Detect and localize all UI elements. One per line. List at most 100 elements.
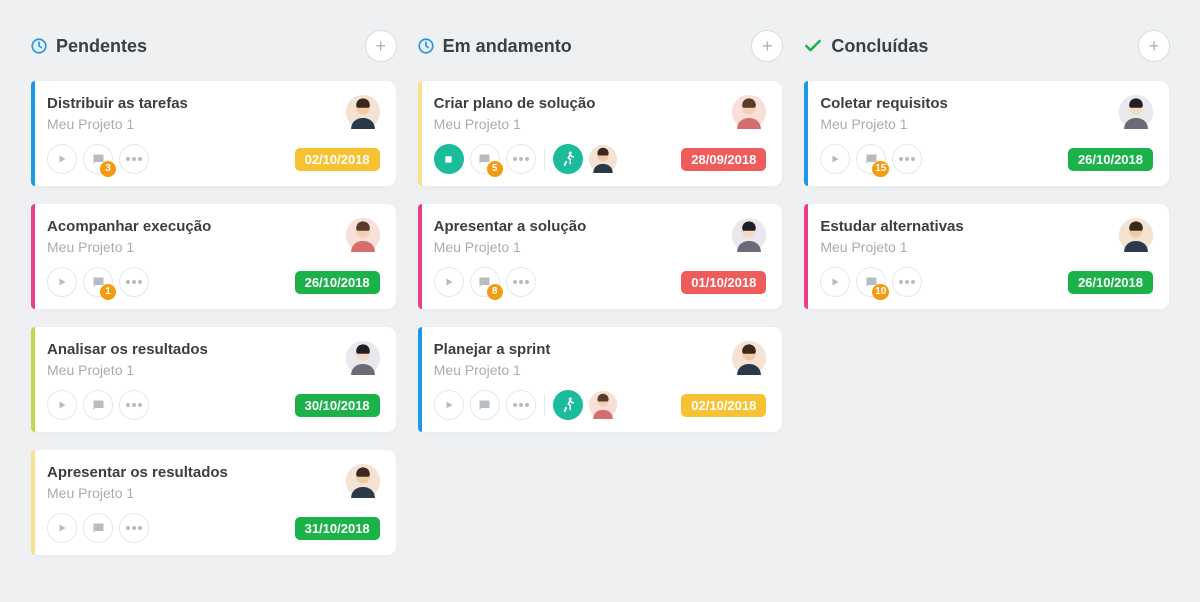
due-date: 30/10/2018 bbox=[295, 394, 380, 417]
card-footer: 31/10/2018 bbox=[47, 513, 380, 543]
card-text: Analisar os resultados Meu Projeto 1 bbox=[47, 341, 208, 378]
play-button[interactable] bbox=[47, 513, 77, 543]
card-project: Meu Projeto 1 bbox=[47, 239, 211, 255]
card-footer: 1 26/10/2018 bbox=[47, 267, 380, 297]
task-card[interactable]: Apresentar os resultados Meu Projeto 1 3… bbox=[30, 449, 397, 556]
task-card[interactable]: Coletar requisitos Meu Projeto 1 15 26/1… bbox=[803, 80, 1170, 187]
comments-button[interactable]: 3 bbox=[83, 144, 113, 174]
comments-button[interactable] bbox=[470, 390, 500, 420]
play-button[interactable] bbox=[434, 267, 464, 297]
task-card[interactable]: Apresentar a solução Meu Projeto 1 8 01/… bbox=[417, 203, 784, 310]
assignee-list bbox=[589, 391, 617, 419]
comments-button[interactable]: 1 bbox=[83, 267, 113, 297]
column-title: Concluídas bbox=[831, 36, 928, 57]
card-header: Distribuir as tarefas Meu Projeto 1 bbox=[47, 95, 380, 132]
comments-button[interactable]: 10 bbox=[856, 267, 886, 297]
due-date: 26/10/2018 bbox=[1068, 148, 1153, 171]
task-card[interactable]: Distribuir as tarefas Meu Projeto 1 3 02… bbox=[30, 80, 397, 187]
play-button[interactable] bbox=[820, 144, 850, 174]
comments-button[interactable] bbox=[83, 390, 113, 420]
card-footer: 5 28/09/2018 bbox=[434, 144, 767, 174]
card-actions bbox=[47, 390, 149, 420]
add-card-button[interactable]: + bbox=[365, 30, 397, 62]
column-title-wrap: Pendentes bbox=[30, 36, 147, 57]
more-button[interactable] bbox=[119, 513, 149, 543]
comment-count-badge: 8 bbox=[487, 284, 503, 300]
play-button[interactable] bbox=[434, 390, 464, 420]
divider bbox=[544, 148, 545, 170]
comment-count-badge: 1 bbox=[100, 284, 116, 300]
comments-button[interactable]: 5 bbox=[470, 144, 500, 174]
more-button[interactable] bbox=[506, 267, 536, 297]
comments-button[interactable]: 8 bbox=[470, 267, 500, 297]
play-button[interactable] bbox=[47, 390, 77, 420]
task-card[interactable]: Analisar os resultados Meu Projeto 1 30/… bbox=[30, 326, 397, 433]
more-button[interactable] bbox=[506, 390, 536, 420]
add-card-button[interactable]: + bbox=[1138, 30, 1170, 62]
comments-button[interactable]: 15 bbox=[856, 144, 886, 174]
task-card[interactable]: Planejar a sprint Meu Projeto 1 02/10/20… bbox=[417, 326, 784, 433]
card-footer: 02/10/2018 bbox=[434, 390, 767, 420]
play-button[interactable] bbox=[47, 267, 77, 297]
comment-count-badge: 3 bbox=[100, 161, 116, 177]
play-button[interactable] bbox=[47, 144, 77, 174]
comments-button[interactable] bbox=[83, 513, 113, 543]
card-title: Distribuir as tarefas bbox=[47, 95, 188, 112]
comment-count-badge: 15 bbox=[872, 161, 889, 177]
more-button[interactable] bbox=[119, 267, 149, 297]
card-header: Planejar a sprint Meu Projeto 1 bbox=[434, 341, 767, 378]
more-button[interactable] bbox=[119, 390, 149, 420]
card-footer: 10 26/10/2018 bbox=[820, 267, 1153, 297]
owner-avatar bbox=[346, 341, 380, 375]
card-actions: 10 bbox=[820, 267, 922, 297]
card-project: Meu Projeto 1 bbox=[820, 239, 963, 255]
more-button[interactable] bbox=[892, 267, 922, 297]
card-title: Estudar alternativas bbox=[820, 218, 963, 235]
due-date: 02/10/2018 bbox=[681, 394, 766, 417]
column-title-wrap: Em andamento bbox=[417, 36, 572, 57]
owner-avatar bbox=[1119, 95, 1153, 129]
owner-avatar bbox=[732, 341, 766, 375]
kanban-board: Pendentes + Distribuir as tarefas Meu Pr… bbox=[30, 30, 1170, 572]
due-date: 28/09/2018 bbox=[681, 148, 766, 171]
card-title: Acompanhar execução bbox=[47, 218, 211, 235]
owner-avatar bbox=[346, 218, 380, 252]
due-date: 01/10/2018 bbox=[681, 271, 766, 294]
clock-icon bbox=[417, 37, 435, 55]
card-header: Apresentar a solução Meu Projeto 1 bbox=[434, 218, 767, 255]
column-header: Em andamento + bbox=[417, 30, 784, 62]
check-icon bbox=[803, 36, 823, 56]
card-footer: 30/10/2018 bbox=[47, 390, 380, 420]
card-list: Coletar requisitos Meu Projeto 1 15 26/1… bbox=[803, 80, 1170, 310]
card-list: Distribuir as tarefas Meu Projeto 1 3 02… bbox=[30, 80, 397, 556]
card-title: Analisar os resultados bbox=[47, 341, 208, 358]
card-project: Meu Projeto 1 bbox=[47, 485, 228, 501]
card-stripe bbox=[418, 81, 422, 186]
more-button[interactable] bbox=[119, 144, 149, 174]
column-title: Pendentes bbox=[56, 36, 147, 57]
card-title: Apresentar a solução bbox=[434, 218, 587, 235]
add-card-button[interactable]: + bbox=[751, 30, 783, 62]
task-card[interactable]: Criar plano de solução Meu Projeto 1 5 2… bbox=[417, 80, 784, 187]
comment-count-badge: 5 bbox=[487, 161, 503, 177]
card-list: Criar plano de solução Meu Projeto 1 5 2… bbox=[417, 80, 784, 433]
task-card[interactable]: Acompanhar execução Meu Projeto 1 1 26/1… bbox=[30, 203, 397, 310]
due-date: 26/10/2018 bbox=[1068, 271, 1153, 294]
more-button[interactable] bbox=[892, 144, 922, 174]
due-date: 26/10/2018 bbox=[295, 271, 380, 294]
card-stripe bbox=[31, 450, 35, 555]
card-text: Coletar requisitos Meu Projeto 1 bbox=[820, 95, 948, 132]
card-actions: 5 bbox=[434, 144, 617, 174]
more-button[interactable] bbox=[506, 144, 536, 174]
card-header: Criar plano de solução Meu Projeto 1 bbox=[434, 95, 767, 132]
card-stripe bbox=[418, 204, 422, 309]
owner-avatar bbox=[732, 95, 766, 129]
play-button[interactable] bbox=[820, 267, 850, 297]
stop-button[interactable] bbox=[434, 144, 464, 174]
task-card[interactable]: Estudar alternativas Meu Projeto 1 10 26… bbox=[803, 203, 1170, 310]
owner-avatar bbox=[346, 95, 380, 129]
owner-avatar bbox=[732, 218, 766, 252]
card-header: Analisar os resultados Meu Projeto 1 bbox=[47, 341, 380, 378]
owner-avatar bbox=[346, 464, 380, 498]
card-text: Acompanhar execução Meu Projeto 1 bbox=[47, 218, 211, 255]
